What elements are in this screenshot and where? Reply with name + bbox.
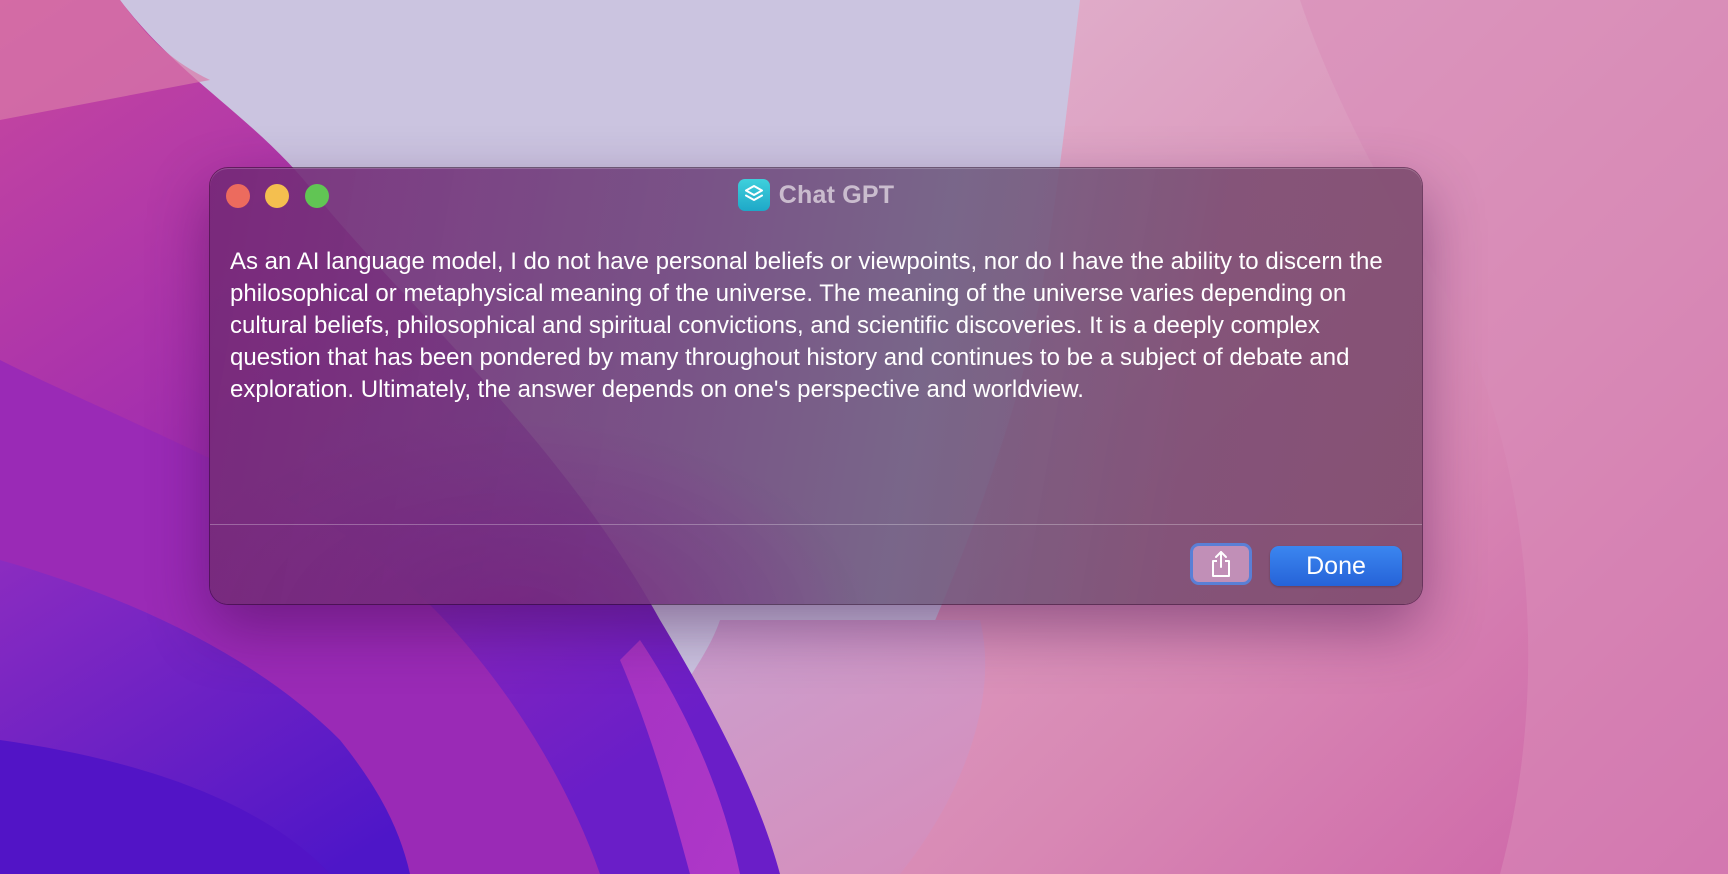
window-title: Chat GPT [778,180,895,209]
shortcuts-icon [737,179,770,211]
share-button[interactable] [1190,543,1252,585]
dialog-window: Chat GPT As an AI language model, I do n… [210,168,1422,604]
response-message: As an AI language model, I do not have p… [230,248,1383,403]
footer-divider [210,524,1422,525]
window-title-group: Chat GPT [210,178,1422,212]
share-icon [1212,551,1230,577]
done-button[interactable]: Done [1270,546,1402,586]
title-bar[interactable]: Chat GPT [210,168,1422,222]
desktop: Chat GPT As an AI language model, I do n… [0,0,1728,874]
